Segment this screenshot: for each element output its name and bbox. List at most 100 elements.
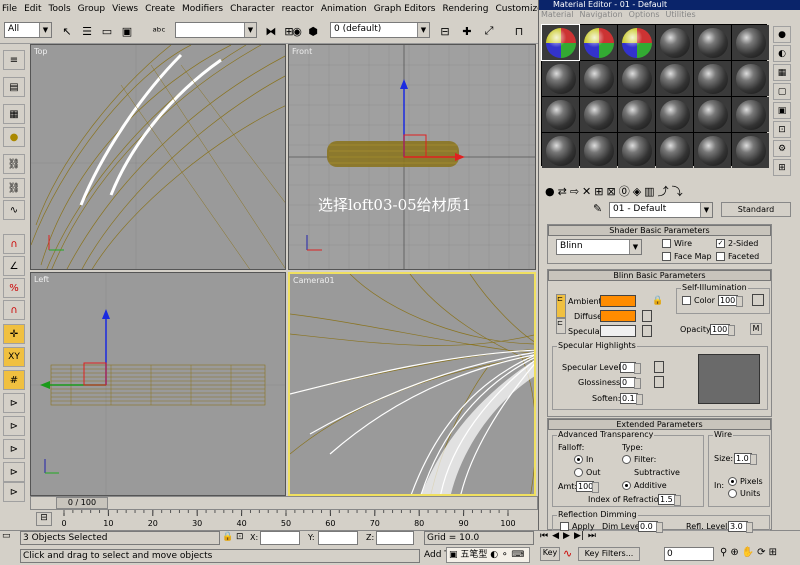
self-illum-value[interactable]: 100 bbox=[718, 295, 743, 307]
menu-item-12[interactable]: Customize bbox=[495, 4, 542, 14]
unlink-icon[interactable]: ⛓ bbox=[3, 178, 25, 198]
z-coord-field[interactable] bbox=[376, 531, 414, 545]
sample-slot[interactable] bbox=[694, 133, 731, 168]
pan-icon[interactable]: ✋ bbox=[742, 547, 754, 558]
menu-item-5[interactable]: Create bbox=[145, 4, 175, 14]
falloff-in-radio[interactable] bbox=[574, 455, 583, 464]
specular-map-button[interactable] bbox=[642, 325, 652, 337]
bind-spacewarp-icon[interactable]: ∿ bbox=[3, 200, 25, 220]
menu-item-3[interactable]: Group bbox=[78, 4, 105, 14]
sample-slot[interactable] bbox=[656, 61, 693, 96]
sample-slot[interactable] bbox=[732, 97, 769, 132]
backlight-icon[interactable]: ◐ bbox=[773, 45, 791, 62]
sample-slot[interactable] bbox=[580, 25, 617, 60]
material-name-field[interactable]: 01 - Default ▼ bbox=[609, 202, 713, 218]
layers-icon[interactable]: ≡ bbox=[3, 50, 25, 70]
y-coord-field[interactable] bbox=[318, 531, 358, 545]
sample-slot[interactable] bbox=[580, 61, 617, 96]
uv-tiling-icon[interactable]: ▢ bbox=[773, 83, 791, 100]
abc-icon[interactable]: ᵃᵇᶜ bbox=[150, 22, 168, 40]
go-start-icon[interactable]: ⏮ bbox=[540, 531, 548, 545]
faceted-checkbox[interactable] bbox=[716, 252, 725, 261]
make-unique-icon[interactable]: ⊞ bbox=[594, 185, 603, 198]
sample-slot[interactable] bbox=[580, 133, 617, 168]
go-forward-sibling-icon[interactable]: ⤵ bbox=[672, 183, 683, 199]
extended-params-header[interactable]: Extended Parameters bbox=[548, 419, 771, 430]
track-bar-toggle-icon[interactable]: ⊟ bbox=[36, 512, 52, 526]
angle-snap-icon[interactable]: ∠ bbox=[3, 256, 25, 276]
snap-icon[interactable]: ∩ bbox=[3, 234, 25, 254]
sample-slot[interactable] bbox=[732, 133, 769, 168]
viewport-front-label[interactable]: Front bbox=[292, 47, 312, 56]
show-map-icon[interactable]: ◈ bbox=[633, 185, 641, 198]
opacity-map-button[interactable]: M bbox=[750, 323, 762, 335]
diffuse-color-swatch[interactable] bbox=[600, 310, 636, 322]
sample-slot[interactable] bbox=[656, 133, 693, 168]
type-additive-radio[interactable] bbox=[622, 481, 631, 490]
background-icon[interactable]: ▦ bbox=[773, 64, 791, 81]
sample-slot[interactable] bbox=[542, 97, 579, 132]
sample-slot[interactable] bbox=[542, 133, 579, 168]
show-end-result-icon[interactable]: ▥ bbox=[644, 185, 654, 198]
wire-checkbox[interactable] bbox=[662, 239, 671, 248]
menu-utilities[interactable]: Utilities bbox=[666, 10, 696, 23]
menu-options[interactable]: Options bbox=[629, 10, 660, 23]
opacity-value[interactable]: 100 bbox=[710, 324, 735, 336]
next-frame-icon[interactable]: ▶| bbox=[574, 531, 584, 545]
sample-slot[interactable] bbox=[580, 97, 617, 132]
schematic-icon[interactable]: ▤ bbox=[3, 77, 25, 97]
maximize-icon[interactable]: ⊞ bbox=[769, 547, 777, 558]
time-slider-thumb[interactable]: 0 / 100 bbox=[56, 497, 108, 509]
sample-slot[interactable] bbox=[694, 61, 731, 96]
menu-item-11[interactable]: Rendering bbox=[443, 4, 489, 14]
percent-snap-icon[interactable]: % bbox=[3, 278, 25, 298]
wire-pixels-radio[interactable] bbox=[728, 477, 737, 486]
lock-icon[interactable]: 🔒 bbox=[222, 532, 233, 542]
make-preview-icon[interactable]: ⊡ bbox=[773, 121, 791, 138]
mirror-icon[interactable]: ⧓ bbox=[262, 22, 280, 40]
diffuse-map-button[interactable] bbox=[642, 310, 652, 322]
sample-slot[interactable] bbox=[618, 133, 655, 168]
go-to-parent-icon[interactable]: ⤴ bbox=[658, 183, 669, 199]
prev-frame-icon[interactable]: ◀ bbox=[552, 531, 559, 545]
key-filters-button[interactable]: Key Filters... bbox=[578, 547, 640, 561]
wire-size-value[interactable]: 1.0 bbox=[734, 453, 757, 465]
wire-units-radio[interactable] bbox=[728, 489, 737, 498]
set-key-button[interactable]: Key bbox=[540, 547, 560, 561]
zoom-icon[interactable]: ⚲ bbox=[720, 547, 727, 558]
sample-slot[interactable] bbox=[656, 97, 693, 132]
viewport-left-label[interactable]: Left bbox=[34, 275, 49, 284]
glossiness-map-button[interactable] bbox=[654, 376, 664, 388]
render-type-icon[interactable]: ⊳ bbox=[3, 482, 25, 502]
track-view-icon[interactable]: ▦ bbox=[3, 104, 25, 124]
self-illum-map-button[interactable] bbox=[752, 294, 764, 306]
add-to-layer-icon[interactable]: ✚ bbox=[458, 22, 476, 40]
reference-coord-icon[interactable]: ⊳ bbox=[3, 393, 25, 413]
reset-map-icon[interactable]: ✕ bbox=[582, 185, 591, 198]
two-sided-checkbox[interactable]: ✓ bbox=[716, 239, 725, 248]
apply-dimming-checkbox[interactable] bbox=[560, 522, 569, 531]
menu-material[interactable]: Material bbox=[541, 10, 574, 23]
render-icon[interactable]: ⊳ bbox=[3, 439, 25, 459]
options-icon[interactable]: ⚙ bbox=[773, 140, 791, 157]
blinn-basic-header[interactable]: Blinn Basic Parameters bbox=[548, 270, 771, 281]
current-frame-field[interactable]: 0 bbox=[664, 547, 714, 561]
select-by-name-icon[interactable]: ☰ bbox=[78, 22, 96, 40]
sample-slot[interactable] bbox=[656, 25, 693, 60]
spinner-snap-icon[interactable]: ∩ bbox=[3, 300, 25, 320]
sample-slot[interactable] bbox=[618, 25, 655, 60]
refl-level-value[interactable]: 3.0 bbox=[728, 521, 753, 533]
specular-level-map-button[interactable] bbox=[654, 361, 664, 373]
viewport-camera-label[interactable]: Camera01 bbox=[293, 276, 335, 285]
x-coord-field[interactable] bbox=[260, 531, 300, 545]
material-type-button[interactable]: Standard bbox=[721, 202, 791, 217]
sample-slot[interactable] bbox=[542, 61, 579, 96]
selection-filter-dropdown[interactable]: All ▼ bbox=[4, 22, 52, 38]
get-material-icon[interactable]: ● bbox=[545, 185, 555, 198]
face-map-checkbox[interactable] bbox=[662, 252, 671, 261]
soften-value[interactable]: 0.1 bbox=[620, 393, 643, 405]
go-end-icon[interactable]: ⏭ bbox=[588, 531, 596, 545]
move-icon[interactable]: ✛ bbox=[3, 324, 25, 344]
curve-editor-icon[interactable]: ⊓ bbox=[510, 22, 528, 40]
menu-navigation[interactable]: Navigation bbox=[580, 10, 623, 23]
